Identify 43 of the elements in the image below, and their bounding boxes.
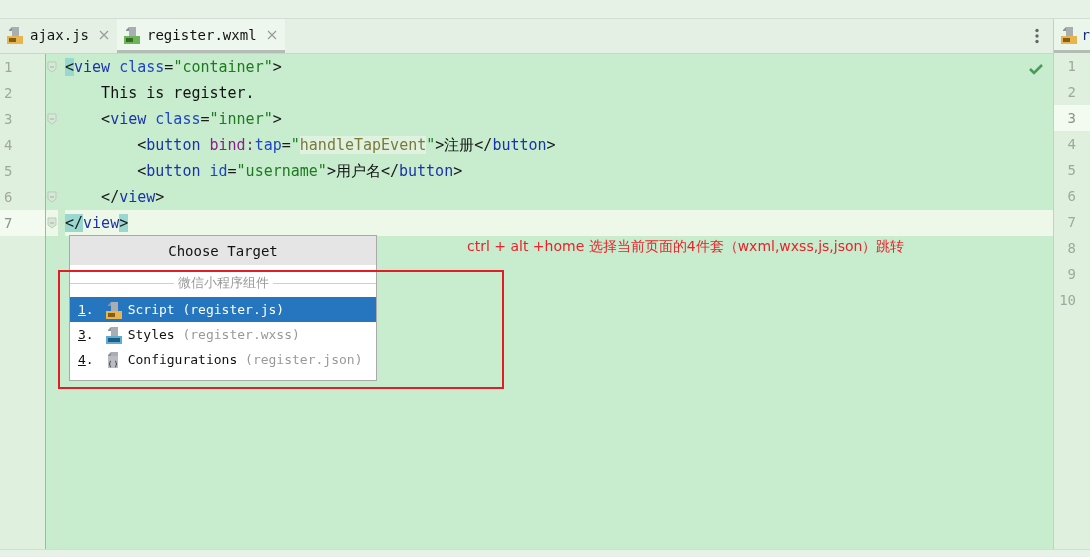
line-number: 7 <box>0 210 45 236</box>
more-icon[interactable] <box>1034 28 1039 44</box>
line-number: 8 <box>1066 239 1077 258</box>
fold-icon[interactable] <box>47 217 57 229</box>
line-number: 7 <box>1066 213 1077 232</box>
close-icon[interactable] <box>266 29 277 40</box>
line-number: 5 <box>1066 161 1077 180</box>
editor-tab[interactable]: ajax.js <box>0 19 117 53</box>
code-line: </view> <box>100 187 166 208</box>
js-file-icon <box>104 300 123 319</box>
line-number: 9 <box>1066 265 1077 284</box>
fold-icon[interactable] <box>47 191 57 203</box>
line-number: 6 <box>1066 187 1077 206</box>
line-number: 10 <box>1058 291 1077 310</box>
editor-tab[interactable]: register.wxml <box>117 19 285 53</box>
line-number: 3 <box>1053 105 1090 131</box>
close-icon[interactable] <box>99 29 109 40</box>
editor-tab[interactable]: r <box>1053 19 1090 53</box>
fold-icon[interactable] <box>47 113 57 125</box>
popup-title: Choose Target <box>70 236 376 265</box>
line-number: 3 <box>3 110 14 129</box>
code-line: <button id="username">用户名</button> <box>136 161 464 182</box>
line-number: 2 <box>3 84 14 103</box>
code-line: <view class="inner"> <box>100 109 283 130</box>
js-file-icon <box>1059 25 1078 44</box>
line-number: 4 <box>1066 135 1077 154</box>
wxss-file-icon <box>104 325 123 344</box>
line-number: 6 <box>3 188 14 207</box>
fold-icon[interactable] <box>47 61 57 73</box>
line-number: 1 <box>3 58 14 77</box>
annotation-text: ctrl + alt +home 选择当前页面的4件套（wxml,wxss,js,json）跳转 <box>467 238 905 256</box>
wxml-file-icon <box>123 25 141 44</box>
js-file-icon <box>6 25 24 44</box>
line-number: 4 <box>3 136 14 155</box>
line-number: 1 <box>1066 57 1077 76</box>
line-number: 2 <box>1066 83 1077 102</box>
code-line: <view class="container"> <box>65 57 283 78</box>
target-item[interactable]: 1. Script (register.js) <box>70 297 376 322</box>
code-line: This is register. <box>100 83 256 104</box>
line-number: 5 <box>3 162 14 181</box>
group-label: 微信小程序组件 <box>177 274 269 292</box>
code-line: <button bind:tap="handleTapEvent">注册</button> <box>136 135 557 156</box>
check-icon[interactable] <box>1028 63 1043 75</box>
